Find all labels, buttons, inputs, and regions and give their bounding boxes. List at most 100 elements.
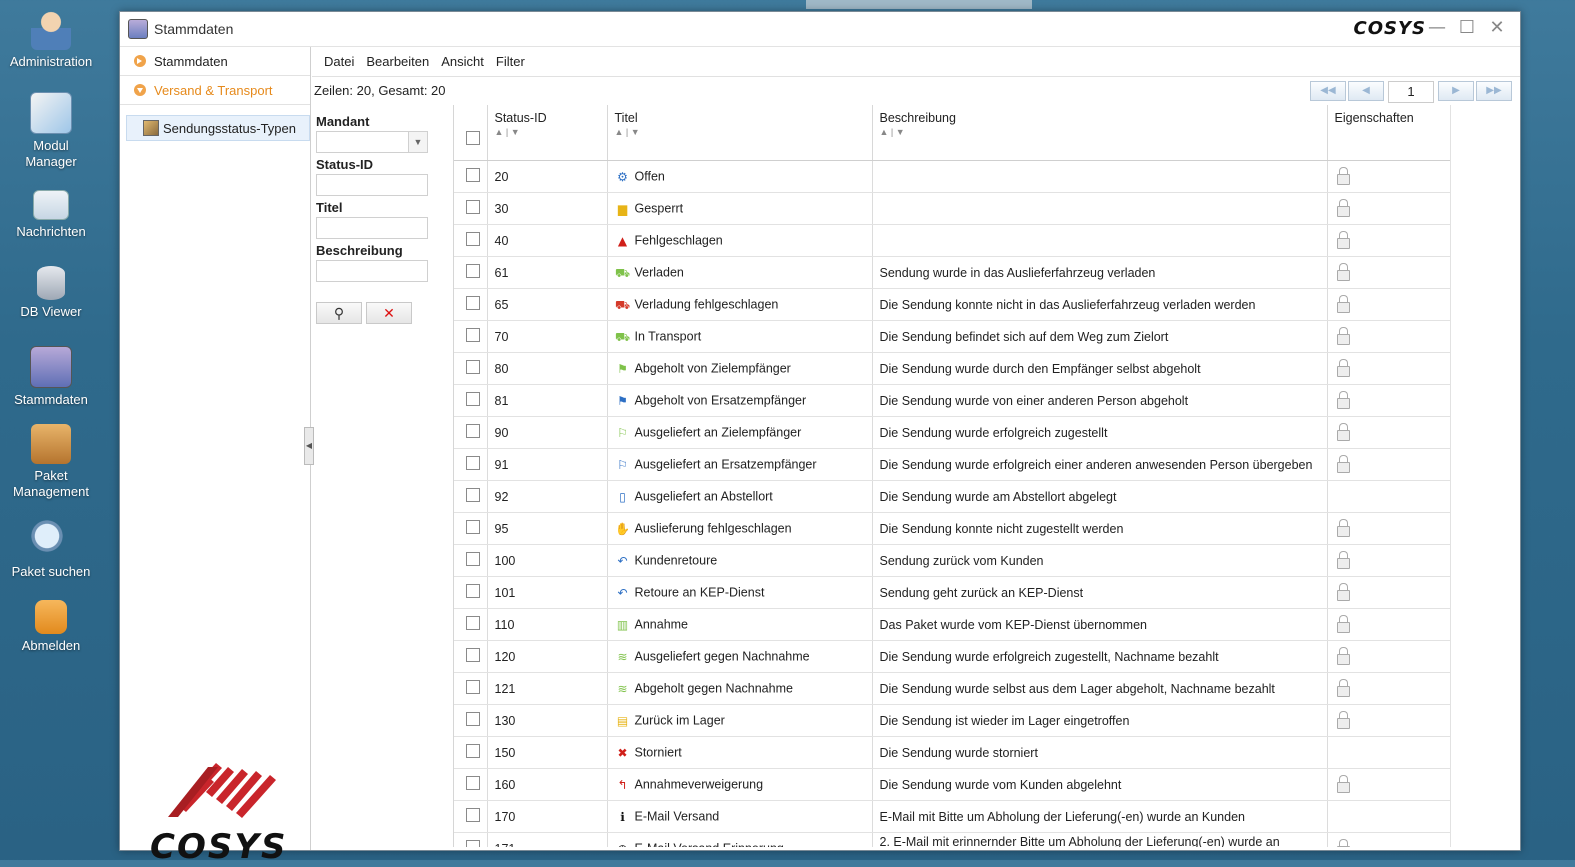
column-header-titel[interactable]: Titel ▲ | ▼ (607, 105, 873, 161)
desktop-db-viewer[interactable]: DB Viewer (0, 262, 102, 320)
menu-datei[interactable]: Datei (324, 54, 354, 69)
row-select-cell[interactable] (454, 608, 488, 641)
table-row[interactable]: 95 ✋ Auslieferung fehlgeschlagen Die Sendun… (454, 512, 1451, 545)
row-checkbox[interactable] (466, 488, 480, 502)
row-select-cell[interactable] (454, 544, 488, 577)
next-page-button[interactable]: ▶ (1438, 81, 1474, 101)
row-checkbox[interactable] (466, 360, 480, 374)
nav-section-stammdaten[interactable]: Stammdaten (120, 47, 310, 76)
row-select-cell[interactable] (454, 736, 488, 769)
row-checkbox[interactable] (466, 712, 480, 726)
column-header-status-id[interactable]: Status-ID ▲ | ▼ (487, 105, 608, 161)
desktop-stammdaten[interactable]: Stammdaten (0, 346, 102, 408)
title-bar[interactable]: Stammdaten COSYS — ☐ ✕ (120, 12, 1520, 47)
maximize-button[interactable]: ☐ (1454, 16, 1480, 40)
table-row[interactable]: 171 ◷ E-Mail Versand Erinnerung 2. E-Mail m… (454, 832, 1451, 847)
row-select-cell[interactable] (454, 288, 488, 321)
row-select-cell[interactable] (454, 320, 488, 353)
row-select-cell[interactable] (454, 480, 488, 513)
row-select-cell[interactable] (454, 640, 488, 673)
column-header-beschreibung[interactable]: Beschreibung ▲ | ▼ (872, 105, 1328, 161)
row-checkbox[interactable] (466, 392, 480, 406)
row-checkbox[interactable] (466, 520, 480, 534)
first-page-button[interactable]: ◀◀ (1310, 81, 1346, 101)
select-all-checkbox[interactable] (466, 131, 480, 145)
row-checkbox[interactable] (466, 264, 480, 278)
row-select-cell[interactable] (454, 448, 488, 481)
close-button[interactable]: ✕ (1484, 16, 1510, 40)
row-select-cell[interactable] (454, 416, 488, 449)
desktop-administration[interactable]: Administration (0, 10, 102, 70)
row-select-cell[interactable] (454, 704, 488, 737)
row-checkbox[interactable] (466, 744, 480, 758)
row-checkbox[interactable] (466, 616, 480, 630)
desktop-abmelden[interactable]: Abmelden (0, 600, 102, 654)
row-checkbox[interactable] (466, 552, 480, 566)
row-select-cell[interactable] (454, 832, 488, 847)
collapse-panel-handle[interactable]: ◀ (304, 427, 314, 465)
table-row[interactable]: 121 ≋ Abgeholt gegen Nachnahme Die Sendung … (454, 672, 1451, 705)
desktop-modul-manager[interactable]: Modul Manager (0, 92, 102, 170)
table-row[interactable]: 70 ⛟ In Transport Die Sendung befindet sich… (454, 320, 1451, 353)
title-input[interactable] (316, 217, 428, 239)
table-row[interactable]: 170 ℹ E-Mail Versand E-Mail mit Bitte um Ab… (454, 800, 1451, 833)
row-select-cell[interactable] (454, 384, 488, 417)
table-row[interactable]: 160 ↰ Annahmeverweigerung Die Sendung wurde… (454, 768, 1451, 801)
desktop-paket-suchen[interactable]: Paket suchen (0, 520, 102, 580)
menu-bearbeiten[interactable]: Bearbeiten (366, 54, 429, 69)
menu-filter[interactable]: Filter (496, 54, 525, 69)
sort-icon[interactable]: ▲ | ▼ (495, 127, 600, 137)
row-select-cell[interactable] (454, 672, 488, 705)
table-row[interactable]: 110 ▥ Annahme Das Paket wurde vom KEP-Diens… (454, 608, 1451, 641)
page-number-input[interactable]: 1 (1388, 81, 1434, 103)
row-select-cell[interactable] (454, 256, 488, 289)
minimize-button[interactable]: — (1424, 16, 1450, 40)
row-select-cell[interactable] (454, 352, 488, 385)
table-row[interactable]: 90 ⚐ Ausgeliefert an Zielempfänger Die Send… (454, 416, 1451, 449)
table-row[interactable]: 150 ✖ Storniert Die Sendung wurde storniert (454, 736, 1451, 769)
column-header-eigenschaften[interactable]: Eigenschaften (1327, 105, 1451, 161)
row-checkbox[interactable] (466, 776, 480, 790)
row-select-cell[interactable] (454, 800, 488, 833)
description-input[interactable] (316, 260, 428, 282)
status-id-input[interactable] (316, 174, 428, 196)
row-checkbox[interactable] (466, 232, 480, 246)
row-checkbox[interactable] (466, 808, 480, 822)
table-row[interactable]: 100 ↶ Kundenretoure Sendung zurück vom Kund… (454, 544, 1451, 577)
search-button[interactable]: ⚲ (316, 302, 362, 324)
row-select-cell[interactable] (454, 192, 488, 225)
desktop-paket-management[interactable]: Paket Management (0, 424, 102, 500)
table-row[interactable]: 92 ▯ Ausgeliefert an Abstellort Die Sendung… (454, 480, 1451, 513)
table-row[interactable]: 20 ⚙ Offen (454, 160, 1451, 193)
row-select-cell[interactable] (454, 224, 488, 257)
row-checkbox[interactable] (466, 424, 480, 438)
row-checkbox[interactable] (466, 840, 480, 847)
table-row[interactable]: 80 ⚑ Abgeholt von Zielempfänger Die Sendung… (454, 352, 1451, 385)
desktop-nachrichten[interactable]: Nachrichten (0, 182, 102, 240)
last-page-button[interactable]: ▶▶ (1476, 81, 1512, 101)
row-checkbox[interactable] (466, 168, 480, 182)
table-row[interactable]: 30 ▆ Gesperrt (454, 192, 1451, 225)
row-checkbox[interactable] (466, 296, 480, 310)
row-checkbox[interactable] (466, 584, 480, 598)
select-all-header[interactable] (454, 105, 488, 161)
row-checkbox[interactable] (466, 648, 480, 662)
nav-section-versand[interactable]: Versand & Transport (120, 76, 310, 105)
row-checkbox[interactable] (466, 200, 480, 214)
sort-icon[interactable]: ▲ | ▼ (880, 127, 1320, 137)
clear-filter-button[interactable]: ✕ (366, 302, 412, 324)
table-row[interactable]: 61 ⛟ Verladen Sendung wurde in das Ausliefe… (454, 256, 1451, 289)
mandant-select[interactable]: ▼ (316, 131, 428, 153)
row-select-cell[interactable] (454, 576, 488, 609)
sort-icon[interactable]: ▲ | ▼ (615, 127, 865, 137)
prev-page-button[interactable]: ◀ (1348, 81, 1384, 101)
table-row[interactable]: 81 ⚑ Abgeholt von Ersatzempfänger Die Sendu… (454, 384, 1451, 417)
row-select-cell[interactable] (454, 512, 488, 545)
row-select-cell[interactable] (454, 768, 488, 801)
table-row[interactable]: 130 ▤ Zurück im Lager Die Sendung ist wiede… (454, 704, 1451, 737)
row-checkbox[interactable] (466, 456, 480, 470)
row-checkbox[interactable] (466, 328, 480, 342)
table-row[interactable]: 101 ↶ Retoure an KEP-Dienst Sendung geht zu… (454, 576, 1451, 609)
table-row[interactable]: 120 ≋ Ausgeliefert gegen Nachnahme Die Send… (454, 640, 1451, 673)
table-row[interactable]: 65 ⛟ Verladung fehlgeschlagen Die Sendung k… (454, 288, 1451, 321)
